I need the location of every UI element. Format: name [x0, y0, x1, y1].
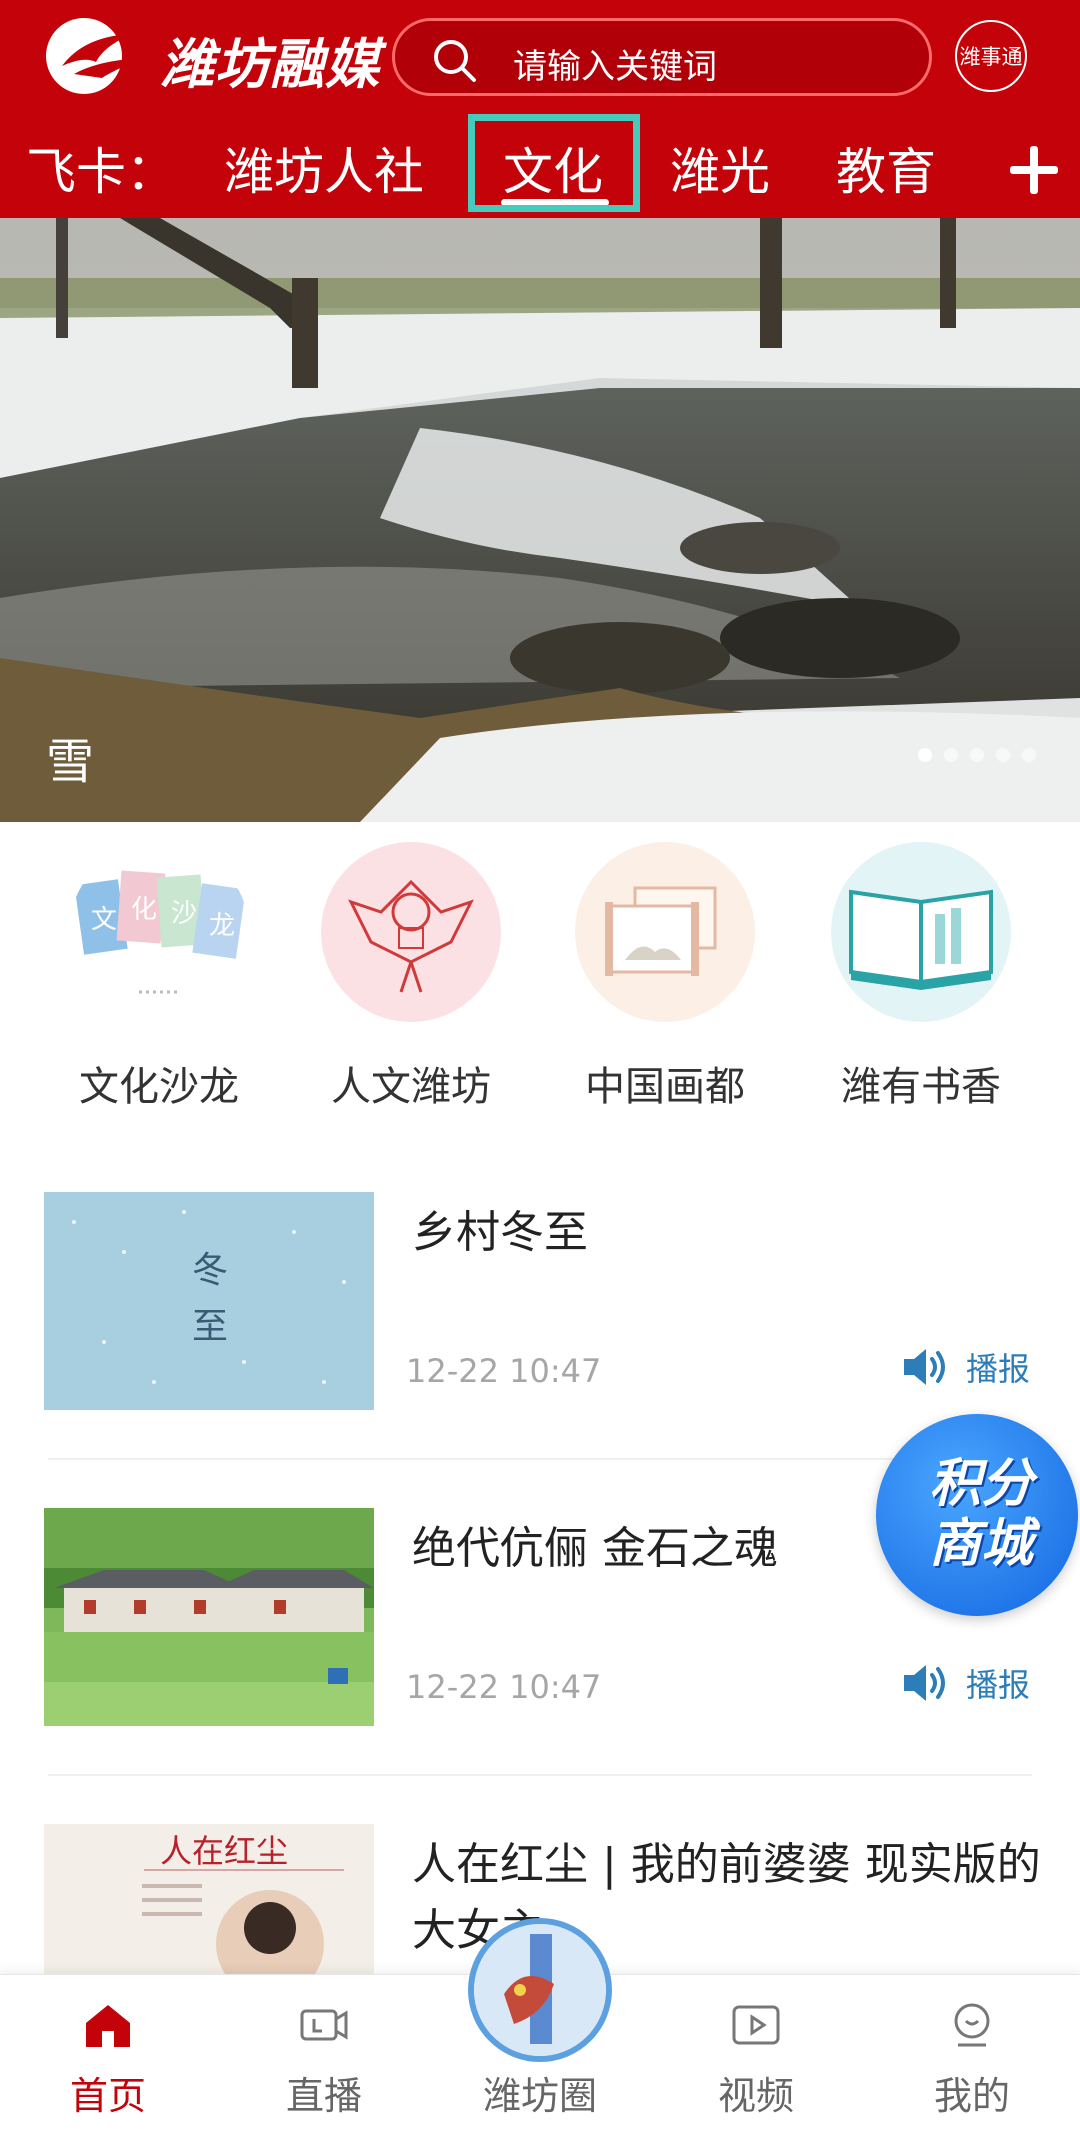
- tab-education[interactable]: 教育: [836, 132, 936, 204]
- broadcast-button[interactable]: 播报: [900, 1660, 1030, 1706]
- carousel-dot: [918, 748, 932, 762]
- nav-video[interactable]: 视频: [648, 1975, 864, 2131]
- search-input[interactable]: 请输入关键词: [392, 18, 932, 96]
- news-time: 12-22 10:47: [406, 1352, 602, 1390]
- nav-label: 潍坊圈: [482, 2074, 597, 2118]
- profile-icon: [954, 2003, 990, 2047]
- svg-text:文: 文: [91, 905, 117, 935]
- broadcast-label: 播报: [966, 1350, 1031, 1388]
- carousel-dot: [1022, 748, 1036, 762]
- category-label: 文化沙龙: [79, 1064, 239, 1110]
- banner-image: [0, 218, 1080, 822]
- list-divider: [48, 1774, 1032, 1776]
- banner-caption: 雪: [46, 734, 95, 790]
- category-culture-salon[interactable]: 文 化 沙 龙 文化沙龙: [34, 842, 284, 1112]
- carousel-dot: [970, 748, 984, 762]
- speaker-icon: [904, 1349, 945, 1385]
- selected-tab-highlight: [468, 114, 640, 212]
- culture-salon-icon: 文 化 沙 龙: [69, 842, 249, 1022]
- svg-text:至: 至: [192, 1306, 228, 1347]
- search-icon: [434, 40, 476, 82]
- scroll-painting-icon: [575, 842, 755, 1022]
- brand-title: 潍坊融媒: [160, 33, 380, 96]
- news-thumbnail: 冬 至: [44, 1192, 374, 1410]
- list-divider: [48, 1458, 1032, 1460]
- points-mall-button[interactable]: 积分 商城: [876, 1414, 1078, 1616]
- news-title: 乡村冬至: [412, 1207, 588, 1258]
- nav-label: 直播: [285, 2074, 362, 2118]
- news-time: 12-22 10:47: [406, 1668, 602, 1706]
- category-china-painting-capital[interactable]: 中国画都: [540, 842, 790, 1112]
- svg-text:人在红尘: 人在红尘: [160, 1832, 288, 1870]
- nav-label: 我的: [933, 2074, 1010, 2118]
- kite-icon: [321, 842, 501, 1022]
- category-renwen-weifang[interactable]: 人文潍坊: [286, 842, 536, 1112]
- category-label: 人文潍坊: [331, 1064, 491, 1110]
- nav-label: 视频: [717, 2074, 794, 2118]
- nav-profile[interactable]: 我的: [864, 1975, 1080, 2131]
- category-grid: 文 化 沙 龙 文化沙龙 人文潍坊 中国画都 潍有书香: [0, 842, 1080, 1132]
- home-icon: [86, 2005, 130, 2047]
- points-mall-label: 积分 商城: [928, 1454, 1033, 1574]
- tab-feika[interactable]: 飞卡：: [26, 132, 176, 204]
- category-label: 中国画都: [585, 1064, 745, 1110]
- category-label: 潍有书香: [841, 1064, 1001, 1110]
- tab-weiguang[interactable]: 潍光: [670, 132, 770, 204]
- svg-text:龙: 龙: [209, 911, 235, 941]
- tab-weifang-renshe[interactable]: 潍坊人社: [224, 132, 424, 204]
- svg-text:沙: 沙: [171, 899, 197, 929]
- carousel-indicator: [918, 748, 1036, 762]
- broadcast-label: 播报: [966, 1666, 1031, 1704]
- svg-text:化: 化: [131, 895, 157, 925]
- news-thumbnail: [44, 1508, 374, 1726]
- nav-home[interactable]: 首页: [0, 1975, 216, 2131]
- broadcast-button[interactable]: 播报: [900, 1344, 1030, 1390]
- live-camera-icon: [300, 2009, 348, 2041]
- carousel-dot: [944, 748, 958, 762]
- weifang-circle-icon[interactable]: [468, 1918, 612, 2062]
- weishitong-button[interactable]: 潍事通: [955, 20, 1027, 92]
- search-placeholder: 请输入关键词: [513, 47, 717, 87]
- banner-carousel[interactable]: 雪: [0, 218, 1080, 822]
- nav-live[interactable]: 直播: [216, 1975, 432, 2131]
- svg-text:冬: 冬: [192, 1250, 228, 1291]
- carousel-dot: [996, 748, 1010, 762]
- app-logo-icon: [46, 18, 144, 94]
- nav-label: 首页: [69, 2074, 146, 2118]
- category-book-fragrance[interactable]: 潍有书香: [796, 842, 1046, 1112]
- video-play-icon: [732, 2005, 780, 2045]
- speaker-icon: [904, 1665, 945, 1701]
- book-icon: [831, 842, 1011, 1022]
- add-channel-icon[interactable]: [1004, 140, 1064, 200]
